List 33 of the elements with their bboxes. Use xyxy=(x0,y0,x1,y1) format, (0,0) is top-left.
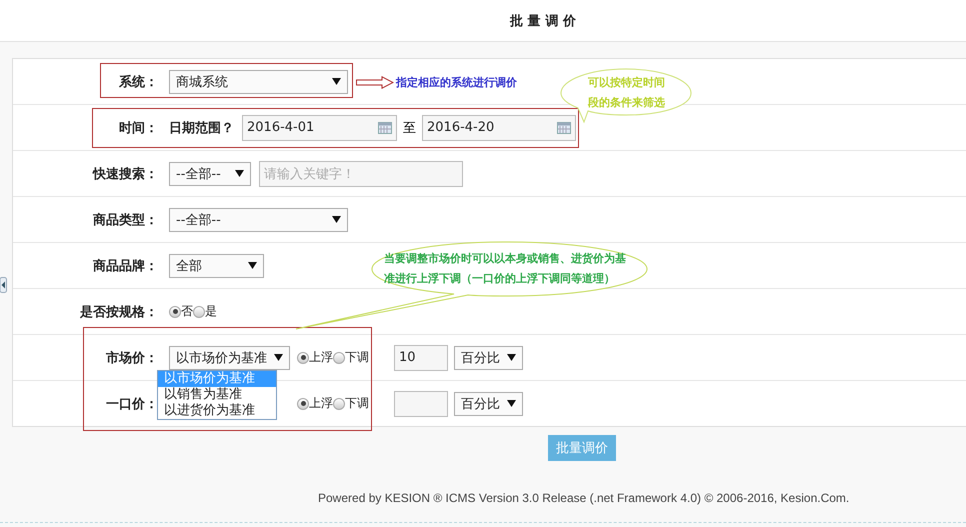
date-range-label: 日期范围？ xyxy=(169,120,234,136)
field-label: 一口价： xyxy=(105,396,158,412)
field-label: 商品品牌： xyxy=(92,258,158,274)
dropdown[interactable]: 商城系统 xyxy=(169,70,348,94)
date-field[interactable]: 2016-4-20 xyxy=(422,114,576,140)
amount-field[interactable]: 10 xyxy=(394,344,448,370)
callout-text: 当要调整市场价时可以以本身或销售、进货价为基准进行上浮下调（一口价的上浮下调同等道理） xyxy=(384,251,627,287)
page-title: 批 量 调 价 xyxy=(510,12,576,30)
field-label: 系统： xyxy=(118,74,158,90)
field-label: 市场价： xyxy=(105,350,158,366)
radio-label: 下调 xyxy=(345,349,369,366)
field-label: 快速搜索： xyxy=(91,166,158,182)
radio-label: 上浮 xyxy=(309,395,333,412)
radio-label: 否 xyxy=(181,303,193,320)
field-label: 商品类型： xyxy=(92,212,158,228)
dropdown[interactable]: 以市场价为基准 xyxy=(169,346,290,370)
dropdown-option[interactable]: 以进货价为基准 xyxy=(158,403,276,419)
field-label: 时间： xyxy=(118,120,158,136)
dropdown[interactable]: --全部-- xyxy=(169,208,348,232)
dropdown[interactable]: 全部 xyxy=(169,254,264,278)
dropdown-option[interactable]: 以销售为基准 xyxy=(158,387,276,403)
radio-label: 上浮 xyxy=(309,349,333,366)
radio-label: 是 xyxy=(205,303,217,320)
range-separator: 至 xyxy=(403,120,416,136)
footer-text: Powered by KESION ® ICMS Version 3.0 Release (.net Framework 4.0) © 2006-2016, Kesion.Com. xyxy=(318,491,850,505)
annotation-text: 指定相应的系统进行调价 xyxy=(396,75,517,90)
dropdown[interactable]: 百分比 xyxy=(454,346,523,370)
callout-text: 可以按特定时间段的条件来筛选 xyxy=(588,75,666,111)
radio-label: 下调 xyxy=(345,395,369,412)
dropdown[interactable]: 百分比 xyxy=(454,392,523,416)
dropdown[interactable]: --全部-- xyxy=(169,162,251,186)
date-field[interactable]: 2016-4-01 xyxy=(242,114,397,140)
field-label: 是否按规格： xyxy=(79,304,158,320)
